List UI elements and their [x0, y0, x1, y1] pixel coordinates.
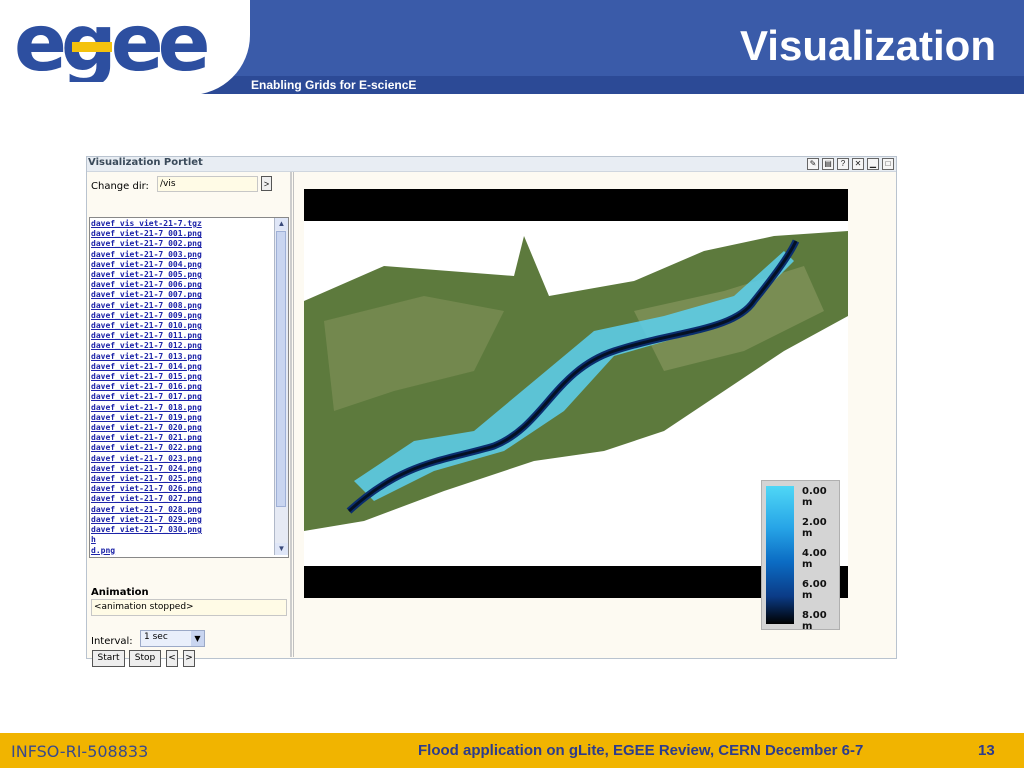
file-list-item[interactable]: davef_viet-21-7_018.png — [91, 403, 272, 413]
file-list-item[interactable]: davef_viet-21-7_026.png — [91, 484, 272, 494]
slide-title: Visualization — [740, 22, 996, 69]
file-list-item[interactable]: davef_viet-21-7_006.png — [91, 280, 272, 290]
file-list-item[interactable]: davef_viet-21-7_025.png — [91, 474, 272, 484]
file-list-item[interactable]: davef_viet-21-7_001.png — [91, 229, 272, 239]
file-list-item[interactable]: davef_vis_viet-21-7.tgz — [91, 219, 272, 229]
depth-legend-gradient — [766, 486, 794, 624]
file-list-item[interactable]: davef_viet-21-7_023.png — [91, 454, 272, 464]
file-list-item[interactable]: davef_viet-21-7_027.png — [91, 494, 272, 504]
stop-button[interactable]: Stop — [129, 650, 161, 667]
visualization-portlet: Visualization Portlet ✎ ▤ ? ✕ ▁ □ Change… — [86, 156, 897, 667]
animation-label: Animation — [91, 587, 149, 598]
file-list-item[interactable]: davef_viet-21-7_005.png — [91, 270, 272, 280]
file-list-item[interactable]: davef_viet-21-7_011.png — [91, 331, 272, 341]
legend-label-1: 2.00 m — [802, 517, 827, 539]
file-list-item[interactable]: davef_viet-21-7_007.png — [91, 290, 272, 300]
footer-caption: Flood application on gLite, EGEE Review,… — [418, 742, 864, 759]
file-list-item[interactable]: d.png — [91, 546, 272, 556]
change-dir-input[interactable] — [157, 176, 258, 192]
print-icon[interactable]: ▤ — [822, 158, 834, 170]
file-list-items: davef_vis_viet-21-7.tgz davef_viet-21-7_0… — [91, 219, 272, 556]
chevron-down-icon[interactable]: ▼ — [191, 631, 204, 646]
close-icon[interactable]: ✕ — [852, 158, 864, 170]
file-list-item[interactable]: davef_viet-21-7_013.png — [91, 352, 272, 362]
file-list-item[interactable]: davef_viet-21-7_003.png — [91, 250, 272, 260]
change-dir-button[interactable]: > — [261, 176, 272, 191]
file-list-item[interactable]: davef_viet-21-7_024.png — [91, 464, 272, 474]
maximize-icon[interactable]: □ — [882, 158, 894, 170]
previous-frame-button[interactable]: < — [166, 650, 178, 667]
file-list-scrollbar[interactable]: ▲ ▼ — [274, 218, 288, 555]
file-list-item[interactable]: davef_viet-21-7_021.png — [91, 433, 272, 443]
legend-label-3: 6.00 m — [802, 579, 827, 601]
file-list-item[interactable]: davef_viet-21-7_002.png — [91, 239, 272, 249]
scroll-thumb[interactable] — [276, 231, 286, 507]
scroll-up-icon[interactable]: ▲ — [275, 218, 288, 230]
file-list-item[interactable]: davef_viet-21-7_016.png — [91, 382, 272, 392]
file-list-item[interactable]: davef_viet-21-7_020.png — [91, 423, 272, 433]
interval-select[interactable]: 1 sec ▼ — [140, 630, 205, 647]
slide-header: egee Visualization Enabling Grids for E-… — [0, 0, 1024, 95]
file-list-item[interactable]: davef_viet-21-7_010.png — [91, 321, 272, 331]
file-list-item[interactable]: davef_viet-21-7_022.png — [91, 443, 272, 453]
file-list-item[interactable]: davef_viet-21-7_028.png — [91, 505, 272, 515]
start-button[interactable]: Start — [92, 650, 125, 667]
file-list-item[interactable]: davef_viet-21-7_029.png — [91, 515, 272, 525]
logo-accent — [72, 42, 112, 52]
next-frame-button[interactable]: > — [183, 650, 195, 667]
change-dir-label: Change dir: — [91, 181, 149, 192]
footer-project-id: INFSO-RI-508833 — [11, 742, 149, 761]
legend-label-0: 0.00 m — [802, 486, 827, 508]
file-list[interactable]: davef_vis_viet-21-7.tgz davef_viet-21-7_0… — [89, 217, 289, 558]
flood-map-frame: 0.00 m 2.00 m 4.00 m 6.00 m 8.00 m — [304, 189, 848, 632]
scroll-down-icon[interactable]: ▼ — [275, 543, 288, 555]
portlet-title: Visualization Portlet — [88, 157, 203, 168]
file-list-item[interactable]: davef_viet-21-7_030.png — [91, 525, 272, 535]
flood-map: 0.00 m 2.00 m 4.00 m 6.00 m 8.00 m — [304, 221, 848, 632]
file-list-item[interactable]: davef_viet-21-7_009.png — [91, 311, 272, 321]
edit-icon[interactable]: ✎ — [807, 158, 819, 170]
visualization-pane: 0.00 m 2.00 m 4.00 m 6.00 m 8.00 m — [293, 172, 896, 657]
interval-value: 1 sec — [144, 632, 168, 642]
file-list-item[interactable]: davef_viet-21-7_015.png — [91, 372, 272, 382]
legend-label-4: 8.00 m — [802, 610, 827, 632]
file-list-item[interactable]: davef_viet-21-7_008.png — [91, 301, 272, 311]
legend-label-2: 4.00 m — [802, 548, 827, 570]
egee-logo: egee — [14, 12, 214, 82]
file-list-item[interactable]: h — [91, 535, 272, 545]
page-number: 13 — [978, 742, 995, 759]
animation-status: <animation stopped> — [91, 599, 287, 616]
portlet-titlebar: Visualization Portlet ✎ ▤ ? ✕ ▁ □ — [87, 157, 896, 172]
tagline: Enabling Grids for E-sciencE — [251, 78, 417, 92]
help-icon[interactable]: ? — [837, 158, 849, 170]
file-list-item[interactable]: davef_viet-21-7_019.png — [91, 413, 272, 423]
file-list-item[interactable]: davef_viet-21-7_012.png — [91, 341, 272, 351]
file-list-item[interactable]: davef_viet-21-7_004.png — [91, 260, 272, 270]
file-list-item[interactable]: davef_viet-21-7_017.png — [91, 392, 272, 402]
depth-legend: 0.00 m 2.00 m 4.00 m 6.00 m 8.00 m — [761, 480, 840, 632]
control-pane: Change dir: > davef_vis_viet-21-7.tgzdav… — [87, 172, 292, 667]
portlet-window-controls: ✎ ▤ ? ✕ ▁ □ — [807, 158, 894, 170]
file-list-item[interactable]: davef_viet-21-7_014.png — [91, 362, 272, 372]
interval-label: Interval: — [91, 636, 133, 647]
minimize-icon[interactable]: ▁ — [867, 158, 879, 170]
